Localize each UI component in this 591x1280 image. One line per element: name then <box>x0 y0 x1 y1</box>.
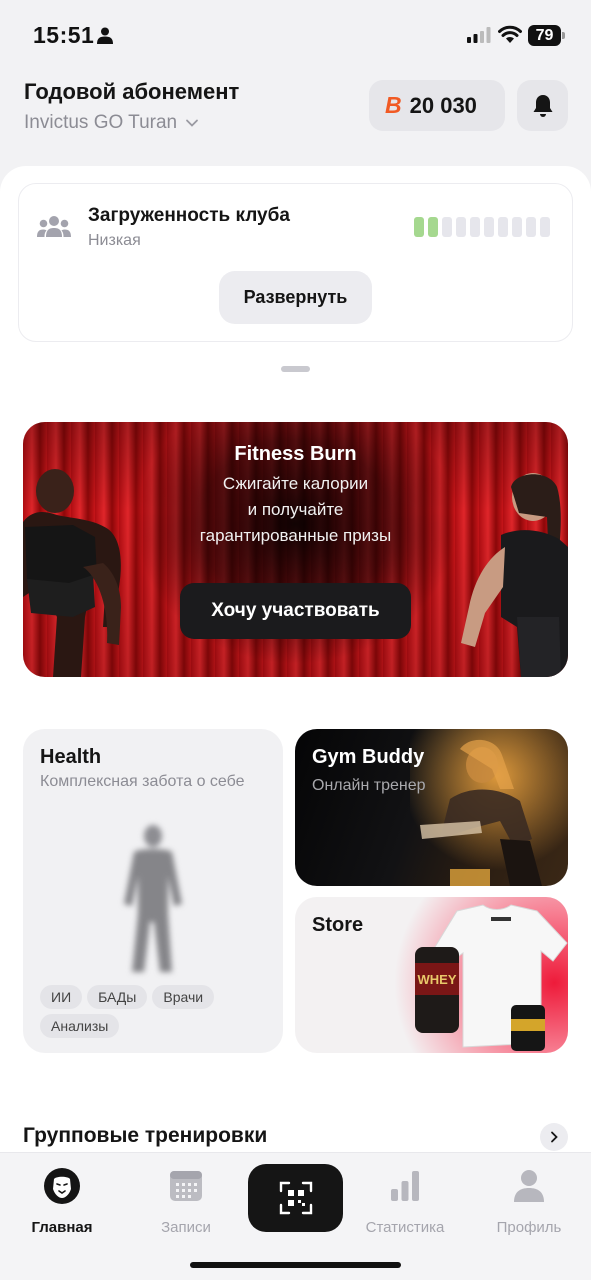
calendar-icon <box>170 1171 202 1201</box>
tab-statistics[interactable]: Статистика <box>350 1167 460 1236</box>
load-bar <box>442 217 452 237</box>
promo-line-1: Сжигайте калории <box>222 474 369 493</box>
membership-title: Годовой абонемент <box>24 79 240 104</box>
health-tag[interactable]: Анализы <box>40 1014 120 1038</box>
fitness-burn-banner[interactable]: Fitness Burn Сжигайте калории и получайт… <box>23 422 568 677</box>
club-selector[interactable]: Invictus GO Turan <box>24 112 199 134</box>
club-load-level: Низкая <box>88 232 141 249</box>
tab-home[interactable]: Главная <box>7 1167 117 1236</box>
tab-statistics-label: Статистика <box>365 1219 445 1236</box>
load-bar <box>414 217 424 237</box>
health-tag[interactable]: ИИ <box>40 985 83 1009</box>
load-bar <box>470 217 480 237</box>
load-bar <box>512 217 522 237</box>
load-bar <box>498 217 508 237</box>
tab-bar: Главная Записи Статистика Профиль <box>0 1152 591 1280</box>
store-title: Store <box>312 914 364 936</box>
qr-scan-icon <box>279 1181 312 1215</box>
points-value: 20 030 <box>409 92 477 118</box>
participate-button[interactable]: Хочу участвовать <box>180 583 411 639</box>
club-name: Invictus GO Turan <box>24 112 178 133</box>
whey-label: WHEY <box>418 972 457 987</box>
store-tile[interactable]: Store WHEY <box>295 897 568 1053</box>
battery-tip <box>562 32 565 39</box>
tab-home-label: Главная <box>31 1219 93 1236</box>
status-time: 15:51 <box>33 22 95 48</box>
trainer-photo-image <box>410 729 568 886</box>
store-products-image: WHEY <box>415 904 568 1051</box>
bell-icon <box>533 94 552 117</box>
lion-logo-icon <box>44 1168 80 1204</box>
gym-buddy-tile[interactable]: Gym Buddy Онлайн тренер <box>295 729 568 886</box>
chevron-right-icon <box>551 1131 558 1143</box>
load-bar <box>526 217 536 237</box>
body-silhouette-image <box>124 825 182 972</box>
points-balance-button[interactable]: B 20 030 <box>369 80 505 131</box>
health-title: Health <box>40 746 102 768</box>
cellular-signal-icon <box>467 27 491 43</box>
chevron-down-icon <box>186 119 199 127</box>
sheet-drag-handle[interactable] <box>281 366 310 372</box>
points-logo-icon: B <box>385 92 402 118</box>
promo-line-3: гарантированные призы <box>199 526 392 545</box>
group-trainings-more-button[interactable] <box>540 1123 568 1151</box>
promo-line-2: и получайте <box>247 500 344 519</box>
people-icon <box>37 216 71 237</box>
gym-buddy-title: Gym Buddy <box>312 746 425 768</box>
male-athlete-image <box>23 469 121 677</box>
tab-profile-label: Профиль <box>496 1219 562 1236</box>
person-status-icon <box>97 27 113 44</box>
health-tag[interactable]: БАДы <box>87 985 148 1009</box>
group-trainings-title: Групповые тренировки <box>23 1124 268 1147</box>
wifi-icon <box>498 25 522 43</box>
expand-button[interactable]: Развернуть <box>219 271 372 324</box>
home-indicator[interactable] <box>190 1262 401 1268</box>
qr-scan-button[interactable] <box>248 1164 343 1232</box>
notifications-button[interactable] <box>517 80 568 131</box>
load-bar <box>484 217 494 237</box>
promo-title: Fitness Burn <box>234 443 357 465</box>
health-tag[interactable]: Врачи <box>152 985 215 1009</box>
load-bar <box>540 217 550 237</box>
health-subtitle: Комплексная забота о себе <box>40 773 245 790</box>
tab-profile[interactable]: Профиль <box>474 1167 584 1236</box>
gym-buddy-subtitle: Онлайн тренер <box>312 777 426 794</box>
club-load-meter <box>414 217 550 237</box>
person-icon <box>514 1170 544 1202</box>
tab-bookings-label: Записи <box>161 1219 211 1236</box>
club-load-title: Загруженность клуба <box>88 205 290 226</box>
load-bar <box>456 217 466 237</box>
health-tags: ИИ БАДы Врачи Анализы <box>40 985 260 1038</box>
status-bar: 15:51 79 <box>0 0 591 70</box>
load-bar <box>428 217 438 237</box>
tab-bookings[interactable]: Записи <box>131 1167 241 1236</box>
battery-level: 79 <box>528 25 561 46</box>
health-tile[interactable]: Health Комплексная забота о себе ИИ БАДы В… <box>23 729 283 1053</box>
bar-chart-icon <box>391 1171 419 1201</box>
female-athlete-image <box>461 473 568 677</box>
battery-icon: 79 <box>528 25 566 46</box>
